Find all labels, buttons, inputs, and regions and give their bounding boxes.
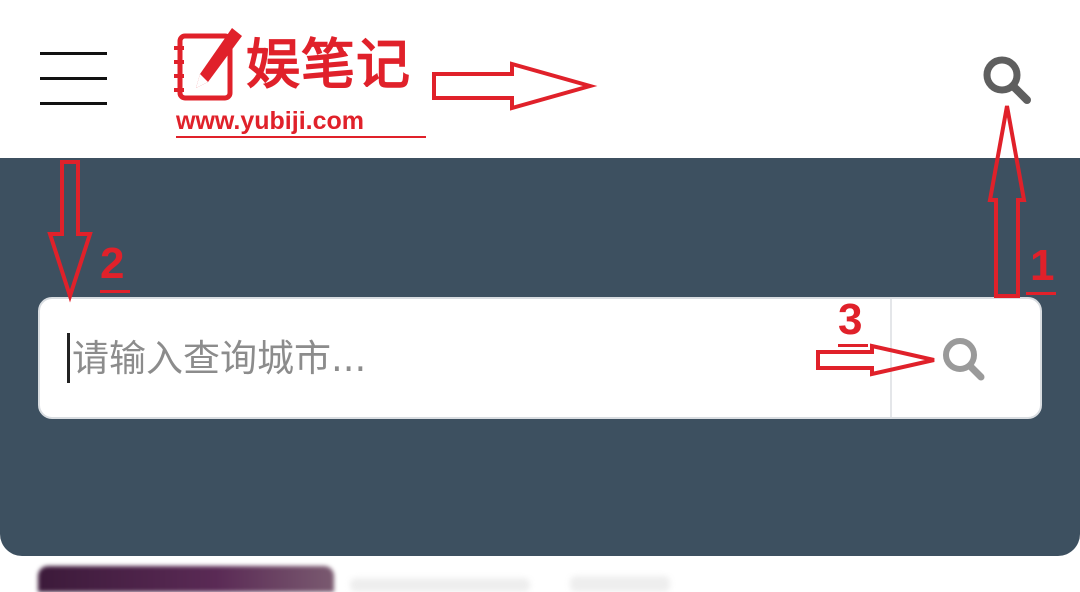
annotation-arrow-down	[47, 160, 93, 303]
annotation-arrow-small-right	[816, 343, 935, 377]
annotation-arrow-right	[432, 61, 598, 111]
annotation-underline	[1026, 292, 1056, 295]
annotation-overlay	[47, 61, 1027, 377]
annotation-arrow-up	[987, 105, 1027, 298]
annotation-label-1: 1	[1030, 241, 1055, 290]
annotation-underline	[838, 344, 868, 347]
annotation-underline	[100, 290, 130, 293]
annotation-label-2: 2	[100, 239, 125, 288]
annotation-label-3: 3	[838, 295, 863, 344]
